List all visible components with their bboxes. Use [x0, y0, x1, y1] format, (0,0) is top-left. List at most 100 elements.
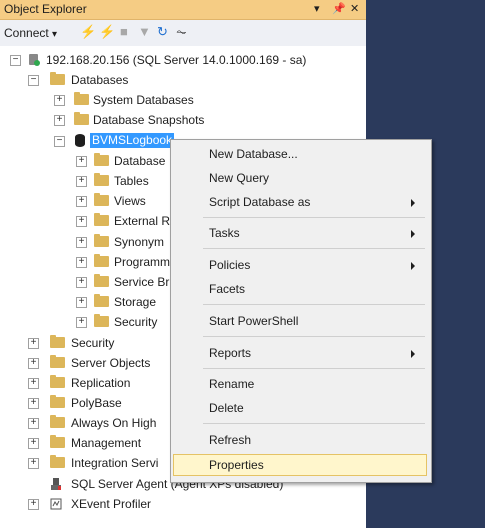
tree-node-label: Synonym	[114, 235, 165, 249]
expand-icon[interactable]: +	[28, 338, 39, 349]
expand-icon[interactable]: +	[28, 418, 39, 429]
menu-item-label: Rename	[209, 377, 255, 391]
context-menu: New Database... New Query Script Databas…	[170, 139, 432, 483]
menu-item-rename[interactable]: Rename	[173, 373, 427, 395]
expand-icon[interactable]: +	[28, 398, 39, 409]
collapse-icon[interactable]: −	[10, 55, 21, 66]
folder-icon	[94, 213, 109, 226]
menu-item-facets[interactable]: Facets	[173, 278, 427, 300]
menu-item-delete[interactable]: Delete	[173, 397, 427, 419]
tree-node-db-child[interactable]: + Views	[0, 191, 170, 211]
tree-node-server-child[interactable]: + Server Objects	[0, 353, 170, 373]
folder-icon	[50, 335, 65, 348]
expand-icon[interactable]: +	[28, 358, 39, 369]
dropdown-icon[interactable]: ▾	[314, 2, 320, 15]
expand-icon[interactable]: +	[76, 237, 87, 248]
folder-icon	[50, 415, 65, 428]
tree-node-xevent-profiler[interactable]: + XEvent Profiler	[0, 494, 366, 514]
menu-item-label: Properties	[209, 458, 264, 472]
expand-icon[interactable]: +	[54, 95, 65, 106]
menu-separator	[203, 336, 425, 337]
menu-item-refresh[interactable]: Refresh	[173, 429, 427, 451]
expand-icon[interactable]: +	[76, 176, 87, 187]
expand-icon[interactable]: +	[76, 156, 87, 167]
refresh-icon[interactable]: ↻	[157, 24, 168, 40]
collapse-icon[interactable]: −	[28, 75, 39, 86]
tree-node-db-child[interactable]: + Service Br	[0, 272, 170, 292]
tree-node-db-child[interactable]: + Storage	[0, 292, 170, 312]
expand-icon[interactable]: +	[76, 257, 87, 268]
tree-node-label: Database	[114, 154, 166, 168]
menu-item-policies[interactable]: Policies	[173, 254, 427, 276]
stop-icon[interactable]: ■	[120, 24, 128, 39]
tree-node-label: Programm	[114, 255, 171, 269]
tree-node-label: Security	[114, 315, 158, 329]
tree-node-label: 192.168.20.156 (SQL Server 14.0.1000.169…	[46, 53, 307, 67]
menu-separator	[203, 217, 425, 218]
menu-item-new-database[interactable]: New Database...	[173, 143, 427, 165]
submenu-arrow-icon	[411, 199, 415, 207]
tree-node-label: Service Br	[114, 275, 170, 289]
disconnect-plug-icon[interactable]: ⚡	[99, 24, 115, 40]
expand-icon[interactable]: +	[76, 317, 87, 328]
close-icon[interactable]: ✕	[350, 2, 359, 15]
folder-icon	[94, 254, 109, 267]
menu-item-script-database-as[interactable]: Script Database as	[173, 191, 427, 213]
expand-icon[interactable]: +	[76, 297, 87, 308]
tree-node-label: Integration Servi	[71, 456, 159, 470]
folder-icon	[94, 274, 109, 287]
tree-node-db-child[interactable]: + Programm	[0, 252, 170, 272]
folder-icon	[94, 294, 109, 307]
menu-separator	[203, 368, 425, 369]
submenu-arrow-icon	[411, 350, 415, 358]
tree-node-server-child[interactable]: + Integration Servi	[0, 453, 170, 473]
pin-icon[interactable]: 📌	[332, 2, 346, 15]
menu-item-label: Tasks	[209, 226, 240, 240]
menu-item-label: Facets	[209, 282, 246, 296]
toolbar: Connect ▾ ⚡ ⚡ ■ ▼ ↻ ⏦	[0, 20, 366, 46]
menu-item-reports[interactable]: Reports	[173, 342, 427, 364]
title-bar: Object Explorer ▾ 📌 ✕	[0, 0, 366, 20]
folder-icon	[94, 193, 109, 206]
menu-item-start-powershell[interactable]: Start PowerShell	[173, 310, 427, 332]
expand-icon[interactable]: +	[28, 458, 39, 469]
tree-node-label: Always On High	[71, 416, 157, 430]
tree-node-db-child[interactable]: + External R	[0, 211, 170, 231]
expand-icon[interactable]: +	[28, 378, 39, 389]
tree-node-db-child[interactable]: + Security	[0, 312, 170, 332]
tree-node-system-databases[interactable]: + System Databases	[0, 90, 366, 110]
expand-icon[interactable]: +	[54, 115, 65, 126]
tree-node-db-child[interactable]: + Tables	[0, 171, 170, 191]
tree-node-server-child[interactable]: + Replication	[0, 373, 170, 393]
expand-icon[interactable]: +	[76, 277, 87, 288]
tree-node-label: Security	[71, 336, 115, 350]
activity-monitor-icon[interactable]: ⏦	[176, 24, 187, 40]
collapse-icon[interactable]: −	[54, 136, 65, 147]
tree-node-server-child[interactable]: + Always On High	[0, 413, 170, 433]
tree-node-databases[interactable]: − Databases	[0, 70, 366, 90]
tree-node-db-child[interactable]: + Synonym	[0, 232, 170, 252]
tree-node-database-snapshots[interactable]: + Database Snapshots	[0, 110, 366, 130]
menu-item-label: Reports	[209, 346, 252, 360]
expand-icon[interactable]: +	[28, 499, 39, 510]
tree-node-server-child[interactable]: + PolyBase	[0, 393, 170, 413]
filter-icon[interactable]: ▼	[138, 24, 151, 39]
connect-plug-icon[interactable]: ⚡	[80, 24, 96, 40]
menu-item-label: Refresh	[209, 433, 252, 447]
expand-icon[interactable]: +	[76, 196, 87, 207]
folder-icon	[94, 153, 109, 166]
connect-button[interactable]: Connect ▾	[4, 26, 57, 40]
expand-icon[interactable]: +	[76, 216, 87, 227]
menu-item-properties[interactable]: Properties	[173, 454, 427, 476]
menu-item-label: Script Database as	[209, 195, 311, 209]
tree-node-server-child[interactable]: + Management	[0, 433, 170, 453]
folder-icon	[74, 92, 89, 105]
menu-item-new-query[interactable]: New Query	[173, 167, 427, 189]
expand-icon[interactable]: +	[28, 438, 39, 449]
tree-node-server-child[interactable]: + Security	[0, 333, 170, 353]
menu-item-tasks[interactable]: Tasks	[173, 222, 427, 244]
tree-node-label: Storage	[114, 295, 157, 309]
tree-node-server[interactable]: − 192.168.20.156 (SQL Server 14.0.1000.1…	[0, 50, 366, 70]
submenu-arrow-icon	[411, 230, 415, 238]
tree-node-db-child[interactable]: + Database	[0, 151, 170, 171]
